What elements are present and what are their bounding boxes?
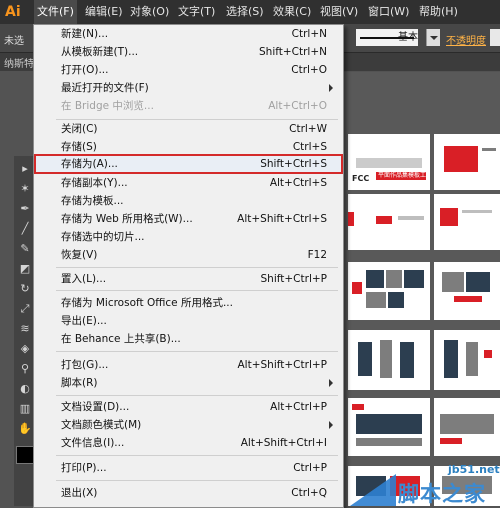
menu-item-open-recent[interactable]: 最近打开的文件(F)	[34, 79, 343, 97]
menu-item-save-copy[interactable]: 存储副本(Y)... Alt+Ctrl+S	[34, 174, 343, 192]
menu-item-browse-in-bridge[interactable]: 在 Bridge 中浏览... Alt+Ctrl+O	[34, 97, 343, 115]
artboard-thumb[interactable]: FCC 平面作品集模板工程	[348, 134, 430, 190]
artboard-thumb[interactable]	[348, 262, 430, 320]
menu-item-save-as[interactable]: 存储为(A)... Shift+Ctrl+S	[34, 154, 343, 174]
selection-tool-icon[interactable]: ▸	[18, 162, 32, 176]
artboard-thumb[interactable]	[348, 398, 430, 456]
menu-item-export[interactable]: 导出(E)...	[34, 312, 343, 330]
artboard-thumb[interactable]	[434, 262, 500, 320]
artboard-thumb[interactable]	[348, 330, 430, 390]
chart-tool-icon[interactable]: ▥	[18, 402, 32, 416]
eraser-tool-icon[interactable]: ◩	[18, 262, 32, 276]
menu-separator	[56, 351, 338, 352]
menu-select[interactable]: 选择(S)	[223, 0, 267, 24]
watermark-url: jb51.net	[448, 463, 500, 476]
menu-separator	[56, 290, 338, 291]
menu-effect[interactable]: 效果(C)	[270, 0, 314, 24]
line-tool-icon[interactable]: ╱	[18, 222, 32, 236]
menu-item-save-as-template[interactable]: 存储为模板...	[34, 192, 343, 210]
menu-file[interactable]: 文件(F)	[34, 0, 77, 24]
menu-bar: Ai 文件(F) 编辑(E) 对象(O) 文字(T) 选择(S) 效果(C) 视…	[0, 0, 500, 24]
submenu-arrow-icon	[329, 84, 333, 92]
menu-item-new-from-template[interactable]: 从模板新建(T)... Shift+Ctrl+N	[34, 43, 343, 61]
menu-item-document-setup[interactable]: 文档设置(D)... Alt+Ctrl+P	[34, 398, 343, 416]
menu-type[interactable]: 文字(T)	[175, 0, 218, 24]
menu-item-package[interactable]: 打包(G)... Alt+Shift+Ctrl+P	[34, 356, 343, 374]
fill-swatch[interactable]	[16, 446, 34, 464]
selection-status: 未选	[4, 36, 24, 47]
menu-item-open[interactable]: 打开(O)... Ctrl+O	[34, 61, 343, 79]
file-menu-dropdown: 新建(N)... Ctrl+N 从模板新建(T)... Shift+Ctrl+N 打…	[33, 24, 344, 508]
menu-object[interactable]: 对象(O)	[127, 0, 172, 24]
eyedropper-icon[interactable]: ⚲	[18, 362, 32, 376]
menu-item-save-selected-slices[interactable]: 存储选中的切片...	[34, 228, 343, 246]
artboard-thumb[interactable]	[434, 398, 500, 456]
submenu-arrow-icon	[329, 421, 333, 429]
menu-item-share-on-behance[interactable]: 在 Behance 上共享(B)...	[34, 330, 343, 348]
blend-tool-icon[interactable]: ◐	[18, 382, 32, 396]
menu-item-revert[interactable]: 恢复(V) F12	[34, 246, 343, 264]
menu-item-save-for-office[interactable]: 存储为 Microsoft Office 所用格式...	[34, 294, 343, 312]
artboard-banner-text: 平面作品集模板工程	[378, 172, 430, 179]
menu-separator	[56, 455, 338, 456]
menu-item-close[interactable]: 关闭(C) Ctrl+W	[34, 120, 343, 138]
opacity-link[interactable]: 不透明度	[446, 32, 486, 47]
watermark-logo-icon	[350, 474, 396, 506]
menu-separator	[56, 267, 338, 268]
artboard-logo-text: FCC	[352, 174, 370, 183]
menu-item-save-for-web[interactable]: 存储为 Web 所用格式(W)... Alt+Shift+Ctrl+S	[34, 210, 343, 228]
menu-item-file-info[interactable]: 文件信息(I)... Alt+Shift+Ctrl+I	[34, 434, 343, 452]
menu-item-scripts[interactable]: 脚本(R)	[34, 374, 343, 392]
artboard-thumb[interactable]	[434, 330, 500, 390]
opacity-field[interactable]	[490, 29, 500, 46]
scale-tool-icon[interactable]: ⤢	[18, 302, 32, 316]
hand-tool-icon[interactable]: ✋	[18, 422, 32, 436]
menu-help[interactable]: 帮助(H)	[416, 0, 461, 24]
app-logo: Ai	[5, 4, 21, 20]
menu-item-exit[interactable]: 退出(X) Ctrl+Q	[34, 484, 343, 502]
menu-item-place[interactable]: 置入(L)... Shift+Ctrl+P	[34, 270, 343, 288]
document-tab[interactable]: 纳斯特	[4, 55, 34, 70]
artboard-thumb[interactable]	[348, 194, 430, 250]
menu-separator	[56, 395, 338, 396]
magic-wand-icon[interactable]: ✶	[18, 182, 32, 196]
menu-item-new[interactable]: 新建(N)... Ctrl+N	[34, 25, 343, 43]
submenu-arrow-icon	[329, 379, 333, 387]
warp-tool-icon[interactable]: ≋	[18, 322, 32, 336]
artboard-canvas[interactable]: FCC 平面作品集模板工程	[342, 72, 500, 506]
menu-view[interactable]: 视图(V)	[317, 0, 361, 24]
menu-separator	[56, 480, 338, 481]
stroke-style-label: 基本	[398, 32, 418, 43]
menu-item-document-color-mode[interactable]: 文档颜色模式(M)	[34, 416, 343, 434]
menu-edit[interactable]: 编辑(E)	[82, 0, 126, 24]
shape-builder-icon[interactable]: ◈	[18, 342, 32, 356]
brush-tool-icon[interactable]: ✎	[18, 242, 32, 256]
menu-window[interactable]: 窗口(W)	[365, 0, 412, 24]
watermark-brand: 脚本之家	[398, 482, 486, 506]
artboard-thumb[interactable]	[434, 134, 500, 190]
pen-tool-icon[interactable]: ✒	[18, 202, 32, 216]
artboard-thumb[interactable]	[434, 194, 500, 250]
rotate-tool-icon[interactable]: ↻	[18, 282, 32, 296]
stroke-style-dropdown[interactable]	[426, 29, 440, 46]
menu-item-print[interactable]: 打印(P)... Ctrl+P	[34, 459, 343, 477]
